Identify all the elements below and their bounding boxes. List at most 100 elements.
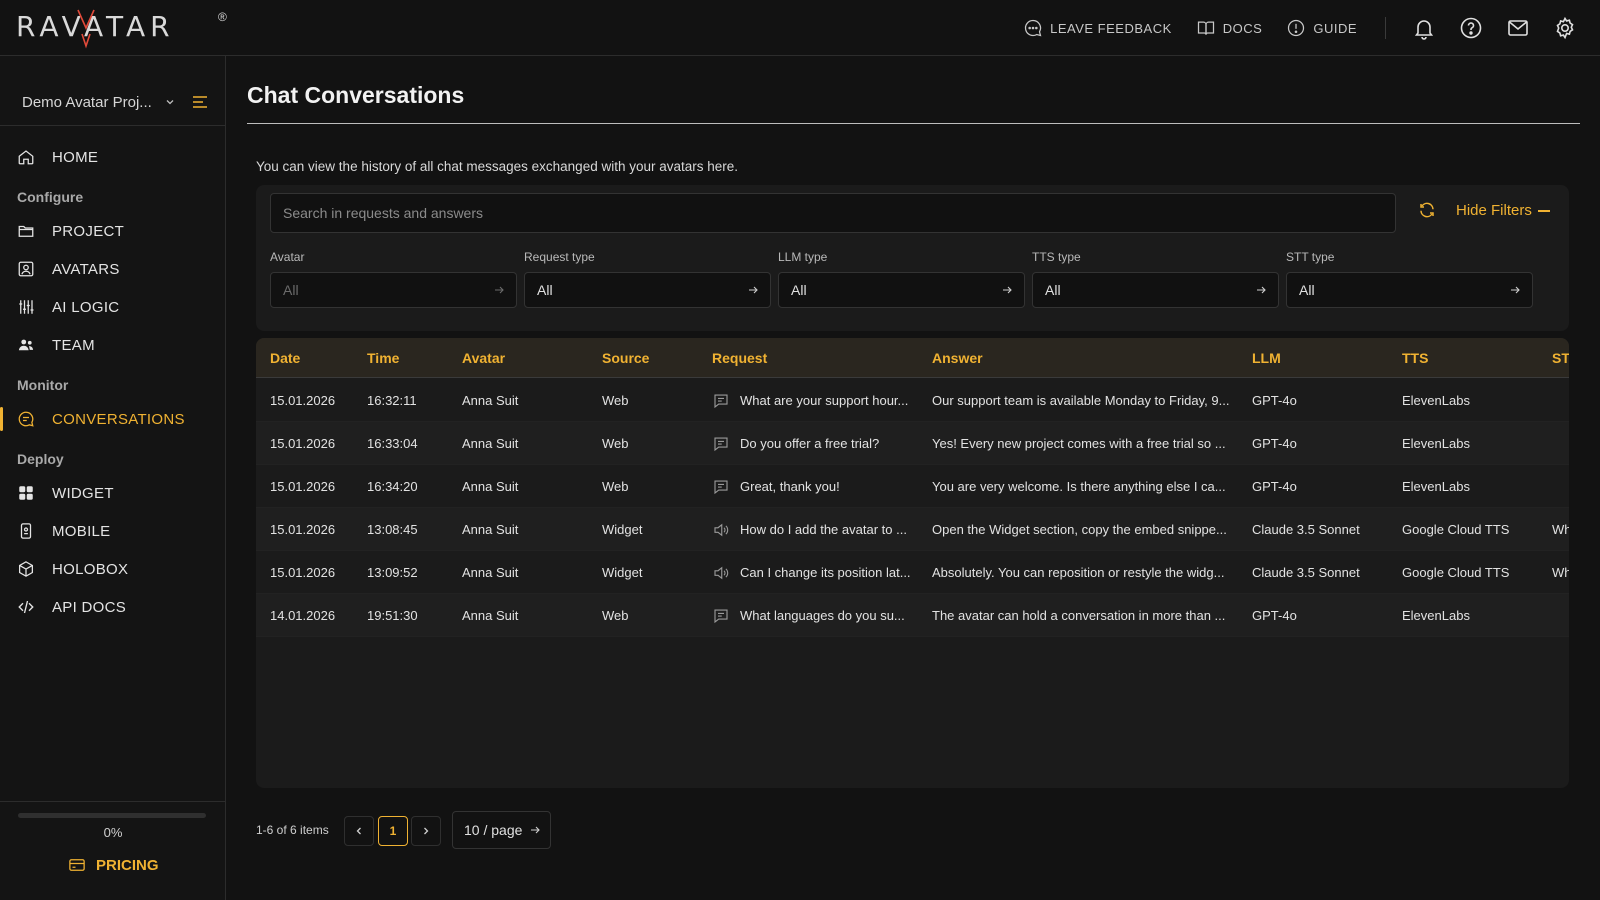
column-header-avatar[interactable]: Avatar [462,338,505,378]
cell-avatar: Anna Suit [462,479,519,494]
arrow-right-icon [495,286,504,294]
cell-time: 16:33:04 [367,436,418,451]
top-actions: LEAVE FEEDBACK DOCS GUIDE [1023,0,1600,56]
column-header-answer[interactable]: Answer [932,338,983,378]
next-page-button[interactable] [411,816,441,846]
menu-collapse-icon[interactable] [190,92,210,112]
folder-icon [18,225,34,237]
refresh-icon[interactable] [1418,201,1436,219]
cell-answer: Yes! Every new project comes with a free… [932,436,1226,451]
sidebar-item-label: MOBILE [52,522,111,540]
table-row[interactable]: 15.01.2026 13:08:45 Anna Suit Widget How do … [256,508,1569,551]
cell-request: What languages do you su... [712,594,922,637]
request-text: Can I change its position lat... [740,565,911,580]
cell-tts: Google Cloud TTS [1402,565,1510,580]
table-row[interactable]: 15.01.2026 16:32:11 Anna Suit Web What are y… [256,379,1569,422]
hide-filters-label: Hide Filters [1456,202,1532,219]
main-content: Chat Conversations You can view the hist… [227,56,1600,900]
hide-filters-button[interactable]: Hide Filters [1456,202,1550,219]
minus-icon [1537,209,1550,212]
column-header-date[interactable]: Date [270,338,300,378]
conversations-table: Date Time Avatar Source Request Answer L… [256,338,1569,788]
sidebar-item-team[interactable]: TEAM [0,326,226,364]
settings-button[interactable] [1541,16,1588,40]
page-number-button[interactable]: 1 [378,816,408,846]
sidebar-item-holobox[interactable]: HOLOBOX [0,550,226,588]
pricing-button[interactable]: PRICING [68,856,159,874]
llm-type-filter: LLM type All [778,250,1025,308]
chat-bubble-icon [18,411,34,427]
project-selector[interactable]: Demo Avatar Proj... [22,80,210,124]
request-type-select[interactable]: All [524,272,771,308]
sidebar-item-label: AI LOGIC [52,298,120,316]
arrow-right-icon [749,286,758,294]
cell-llm: GPT-4o [1252,393,1297,408]
llm-type-select[interactable]: All [778,272,1025,308]
cell-request: What are your support hour... [712,379,922,422]
page-description: You can view the history of all chat mes… [256,159,739,174]
request-text: What are your support hour... [740,393,909,408]
cell-date: 15.01.2026 [270,522,336,537]
cell-stt [1552,379,1569,422]
sidebar-item-label: HOME [52,148,99,166]
column-header-source[interactable]: Source [602,338,649,378]
messages-button[interactable] [1494,16,1541,40]
column-header-request[interactable]: Request [712,338,767,378]
cell-time: 13:09:52 [367,565,418,580]
notifications-button[interactable] [1400,16,1447,40]
chevron-down-icon [166,100,174,105]
table-row[interactable]: 14.01.2026 19:51:30 Anna Suit Web What langu… [256,594,1569,637]
column-header-time[interactable]: Time [367,338,399,378]
sidebar: Demo Avatar Proj... HOME Configure PROJE… [0,56,226,900]
page-size-value: 10 / page [464,822,523,838]
sidebar-item-label: WIDGET [52,484,114,502]
cell-request: How do I add the avatar to ... [712,508,922,551]
speaker-icon [712,521,730,539]
table-row[interactable]: 15.01.2026 16:33:04 Anna Suit Web Do you off… [256,422,1569,465]
column-header-tts[interactable]: TTS [1402,338,1428,378]
docs-link[interactable]: DOCS [1196,18,1263,38]
column-header-stt[interactable]: ST [1552,338,1569,378]
tts-type-select[interactable]: All [1032,272,1279,308]
guide-link[interactable]: GUIDE [1286,18,1357,38]
leave-feedback-link[interactable]: LEAVE FEEDBACK [1023,18,1172,38]
filter-value: All [1045,282,1061,298]
guide-icon [1288,19,1305,37]
table-row[interactable]: 15.01.2026 13:09:52 Anna Suit Widget Can I c… [256,551,1569,594]
column-header-llm[interactable]: LLM [1252,338,1281,378]
cell-tts: ElevenLabs [1402,608,1470,623]
cell-stt [1552,594,1569,637]
sidebar-item-widget[interactable]: WIDGET [0,474,226,512]
avatar-select[interactable]: All [270,272,517,308]
filter-label: LLM type [778,250,828,264]
filter-value: All [283,282,299,298]
previous-page-button[interactable] [344,816,374,846]
mail-icon [1507,20,1528,36]
help-button[interactable] [1447,16,1494,40]
cell-avatar: Anna Suit [462,608,519,623]
page-size-select[interactable]: 10 / page [452,811,551,849]
sidebar-item-conversations[interactable]: CONVERSATIONS [0,400,226,438]
ravatar-logo[interactable]: RAVATAR ® [16,6,227,52]
sidebar-item-api-docs[interactable]: API DOCS [0,588,226,626]
cell-avatar: Anna Suit [462,522,519,537]
arrow-right-icon [1511,286,1520,294]
guide-label: GUIDE [1313,20,1357,36]
filter-value: All [1299,282,1315,298]
cell-tts: ElevenLabs [1402,479,1470,494]
sidebar-item-mobile[interactable]: MOBILE [0,512,226,550]
sidebar-item-home[interactable]: HOME [0,138,226,176]
sidebar-item-project[interactable]: PROJECT [0,212,226,250]
sidebar-item-ai-logic[interactable]: AI LOGIC [0,288,226,326]
cell-stt [1552,422,1569,465]
chat-icon [712,392,730,410]
cell-tts: Google Cloud TTS [1402,522,1510,537]
search-input[interactable] [270,193,1396,233]
cell-answer: Our support team is available Monday to … [932,393,1230,408]
cell-time: 16:32:11 [367,393,417,408]
cell-llm: Claude 3.5 Sonnet [1252,565,1360,580]
sidebar-item-label: PROJECT [52,222,125,240]
sidebar-item-avatars[interactable]: AVATARS [0,250,226,288]
table-row[interactable]: 15.01.2026 16:34:20 Anna Suit Web Great, tha… [256,465,1569,508]
stt-type-select[interactable]: All [1286,272,1533,308]
